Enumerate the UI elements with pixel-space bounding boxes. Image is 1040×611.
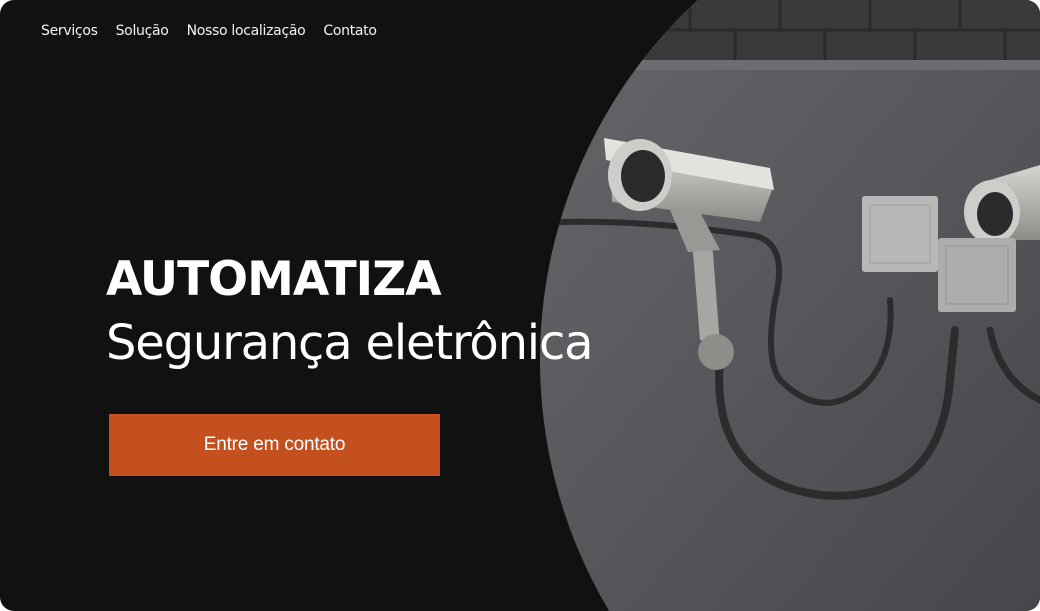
nav-link-servicos[interactable]: Serviços	[41, 23, 98, 39]
top-nav: Serviços Solução Nosso localização Conta…	[41, 23, 377, 39]
nav-link-contato[interactable]: Contato	[323, 23, 377, 39]
nav-link-solucao[interactable]: Solução	[116, 23, 169, 39]
landing-page: Serviços Solução Nosso localização Conta…	[0, 0, 1040, 611]
nav-link-localizacao[interactable]: Nosso localização	[187, 23, 306, 39]
hero-subtitle: Segurança eletrônica	[106, 315, 594, 371]
contact-button[interactable]: Entre em contato	[109, 414, 440, 476]
hero-text: AUTOMATIZA Segurança eletrônica	[106, 252, 594, 373]
brand-title: AUTOMATIZA	[106, 252, 442, 307]
